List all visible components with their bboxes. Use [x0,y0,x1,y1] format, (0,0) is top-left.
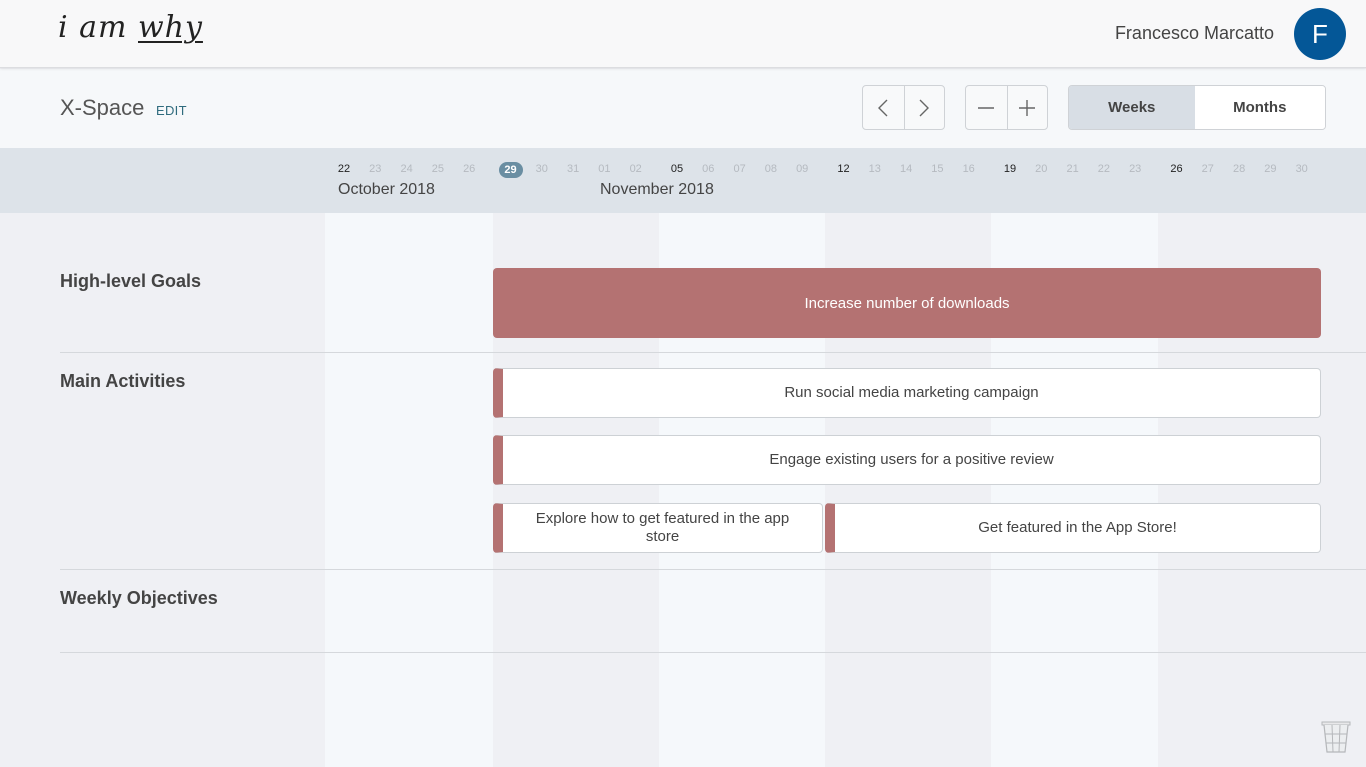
view-toggle: Weeks Months [1068,85,1326,130]
timeline-day: 07 [733,163,746,175]
timeline-day: 22 [337,163,351,175]
timeline-day: 23 [369,163,382,175]
timeline-day: 21 [1066,163,1079,175]
timeline-day: 29 [1264,163,1277,175]
grid-column [325,213,493,767]
previous-button[interactable] [863,86,904,129]
logo-text: i am [58,10,138,45]
timeline-day: 09 [796,163,809,175]
timeline-day: 31 [566,163,580,175]
section-divider [60,652,1366,653]
activity-card[interactable]: Explore how to get featured in the app s… [493,503,823,553]
activity-card[interactable]: Engage existing users for a positive rev… [493,435,1321,485]
timeline-day: 05 [670,163,684,175]
timeline-day: 06 [702,163,715,175]
section-label-activities: Main Activities [60,371,186,391]
section-label-goals: High-level Goals [60,271,202,291]
timeline-day: 27 [1201,163,1214,175]
plus-icon [1019,99,1036,116]
space-toolbar: X-Space EDIT Weeks Months [0,69,1366,148]
timeline-day: 28 [1232,163,1246,175]
timeline-day: 15 [931,163,944,175]
timeline-day: 16 [962,163,975,175]
timeline-day: 23 [1129,163,1142,175]
user-name[interactable]: Francesco Marcatto [1115,23,1274,44]
timeline-day: 20 [1035,163,1048,175]
section-label-weekly: Weekly Objectives [60,588,218,608]
section-divider [60,352,1366,353]
zoom-in-button[interactable] [1006,86,1048,129]
top-bar: i am why Francesco Marcatto F [0,0,1366,68]
month-label-november: November 2018 [600,181,714,198]
logo[interactable]: i am why [58,10,203,45]
goal-bar[interactable]: Increase number of downloads [493,268,1321,338]
timeline-day: 30 [1295,163,1308,175]
timeline-day: 26 [1170,163,1183,175]
timeline-day: 14 [899,163,913,175]
timeline-day: 08 [764,163,778,175]
months-view-button[interactable]: Months [1194,86,1325,129]
avatar[interactable]: F [1294,8,1346,60]
timeline-day: 25 [431,163,445,175]
weeks-view-button[interactable]: Weeks [1069,86,1195,129]
timeline-day: 24 [400,163,413,175]
timeline-day: 22 [1097,163,1111,175]
section-divider [60,569,1366,570]
timeline-day-today: 29 [498,162,523,178]
timeline-day: 02 [629,163,642,175]
month-label-october: October 2018 [338,181,435,198]
space-title: X-Space [60,95,145,120]
timeline-day: 30 [535,163,548,175]
logo-emphasis: why [138,10,203,45]
navigation-buttons [862,85,945,130]
minus-icon [978,106,995,109]
next-button[interactable] [903,86,945,129]
zoom-out-button[interactable] [966,86,1007,129]
timeline-day: 26 [463,163,476,175]
chevron-left-icon [878,99,888,116]
activity-card[interactable]: Get featured in the App Store! [825,503,1321,553]
trash-icon[interactable] [1321,721,1351,753]
timeline-day: 13 [868,163,881,175]
edit-space-link[interactable]: EDIT [156,103,187,118]
grid-column [0,213,325,767]
chevron-right-icon [919,99,930,116]
timeline-day: 19 [1003,163,1017,175]
zoom-buttons [965,85,1048,130]
timeline-header: October 2018 November 2018 22 23 24 25 26 29 3… [0,148,1366,213]
timeline-day: 01 [598,163,611,175]
activity-card[interactable]: Run social media marketing campaign [493,368,1321,418]
timeline-day: 12 [837,163,850,175]
